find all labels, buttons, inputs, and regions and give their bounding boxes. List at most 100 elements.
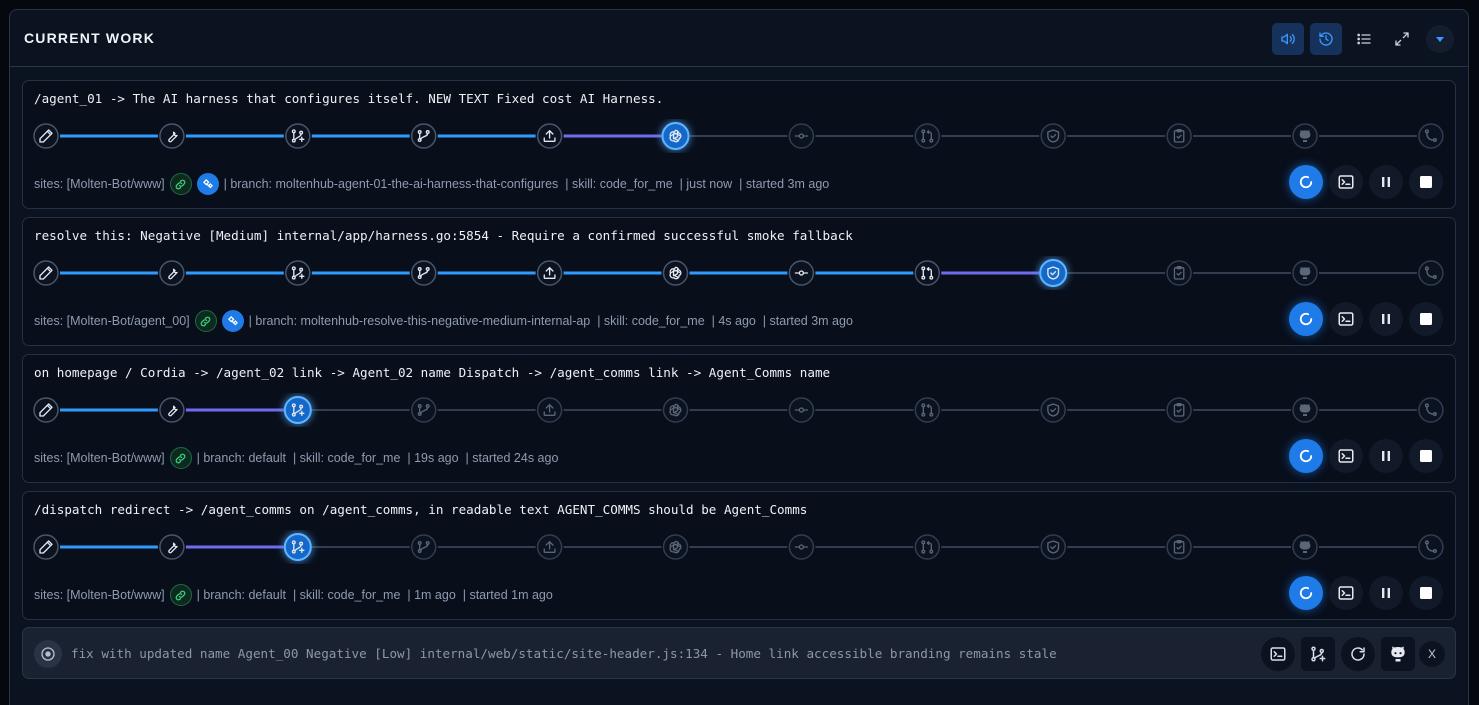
agent-badge-icon[interactable] <box>221 310 244 332</box>
terminal-icon <box>1337 447 1355 465</box>
git-branch-icon <box>410 397 437 423</box>
terminal-icon <box>1337 584 1355 602</box>
composer-input[interactable]: fix with updated name Agent_00 Negative … <box>71 646 1057 661</box>
wrench-icon <box>159 534 185 560</box>
expand-button[interactable] <box>1386 23 1418 55</box>
git-branch-icon <box>410 260 437 286</box>
task-pipeline <box>33 396 1444 424</box>
panel-title: CURRENT WORK <box>24 30 156 46</box>
link-icon[interactable] <box>169 173 192 195</box>
merge-icon <box>1418 260 1444 286</box>
composer-github-button[interactable] <box>1381 637 1415 671</box>
pause-button[interactable] <box>1369 165 1403 199</box>
terminal-icon <box>1270 647 1286 661</box>
task-pipeline <box>33 122 1444 150</box>
git-branch-icon <box>410 123 437 149</box>
panel-header: CURRENT WORK <box>10 10 1468 67</box>
refresh-icon <box>1297 310 1315 328</box>
list-view-button[interactable] <box>1348 23 1380 55</box>
link-icon[interactable] <box>169 447 192 469</box>
open-terminal-button[interactable] <box>1329 576 1363 610</box>
restart-button[interactable] <box>1289 302 1323 336</box>
commit-icon <box>788 397 815 423</box>
branch-plus-icon <box>285 123 311 149</box>
refresh-icon <box>1297 584 1315 602</box>
task-meta: sites: [Molten-Bot/www] | branch: moltenh… <box>34 173 829 195</box>
link-icon[interactable] <box>194 310 217 332</box>
open-terminal-button[interactable] <box>1329 439 1363 473</box>
wrench-icon <box>159 260 185 286</box>
collapse-toggle-button[interactable] <box>1426 25 1454 53</box>
history-button[interactable] <box>1310 23 1342 55</box>
openai-icon <box>662 260 689 286</box>
task-details: | branch: default | skill: code_for_me |… <box>196 588 553 602</box>
pencil-icon <box>33 260 59 286</box>
open-terminal-button[interactable] <box>1329 302 1363 336</box>
pause-icon <box>1379 449 1393 463</box>
restart-button[interactable] <box>1289 165 1323 199</box>
list-icon <box>1357 33 1371 45</box>
shield-check-icon <box>1040 123 1066 149</box>
restart-button[interactable] <box>1289 439 1323 473</box>
openai-icon <box>662 534 689 560</box>
speaker-icon <box>1281 33 1295 45</box>
task-sites: sites: [Molten-Bot/agent_00] <box>34 314 190 328</box>
pause-button[interactable] <box>1369 439 1403 473</box>
task-card[interactable]: /agent_01 -> The AI harness that configu… <box>22 80 1456 209</box>
refresh-icon <box>1297 447 1315 465</box>
branch-plus-icon <box>285 260 311 286</box>
pause-button[interactable] <box>1369 302 1403 336</box>
task-card[interactable]: /dispatch redirect -> /agent_comms on /a… <box>22 491 1456 620</box>
commit-icon <box>788 260 815 286</box>
composer-close-button[interactable]: X <box>1419 641 1445 667</box>
composer-terminal-button[interactable] <box>1261 637 1295 671</box>
pull-request-icon <box>914 123 941 149</box>
github-icon <box>1292 260 1318 286</box>
task-pipeline <box>33 533 1444 561</box>
task-details: | branch: moltenhub-resolve-this-negativ… <box>248 314 853 328</box>
pause-button[interactable] <box>1369 576 1403 610</box>
open-terminal-button[interactable] <box>1329 165 1363 199</box>
stop-icon <box>1420 176 1432 188</box>
github-icon <box>1292 534 1318 560</box>
stop-button[interactable] <box>1409 576 1443 610</box>
refresh-icon <box>1297 173 1315 191</box>
pause-icon <box>1379 175 1393 189</box>
merge-icon <box>1418 534 1444 560</box>
link-icon[interactable] <box>169 584 192 606</box>
task-card[interactable]: resolve this: Negative [Medium] internal… <box>22 217 1456 346</box>
task-actions <box>1289 576 1443 610</box>
github-icon <box>1292 123 1318 149</box>
task-meta: sites: [Molten-Bot/agent_00] | branch: mo… <box>34 310 853 332</box>
task-card[interactable]: on homepage / Cordia -> /agent_02 link -… <box>22 354 1456 483</box>
task-title: resolve this: Negative [Medium] internal… <box>34 228 853 243</box>
pause-icon <box>1379 312 1393 326</box>
pause-icon <box>1379 586 1393 600</box>
composer-refresh-button[interactable] <box>1341 637 1375 671</box>
task-meta: sites: [Molten-Bot/www] | branch: default… <box>34 447 558 469</box>
stop-button[interactable] <box>1409 165 1443 199</box>
task-title: /dispatch redirect -> /agent_comms on /a… <box>34 502 808 517</box>
stop-button[interactable] <box>1409 302 1443 336</box>
task-pipeline <box>33 259 1444 287</box>
shield-check-icon <box>1040 534 1066 560</box>
task-composer[interactable]: fix with updated name Agent_00 Negative … <box>22 627 1456 679</box>
commit-icon <box>788 123 815 149</box>
branch-plus-icon <box>283 396 312 424</box>
target-icon <box>34 640 62 668</box>
stop-button[interactable] <box>1409 439 1443 473</box>
pencil-icon <box>33 123 59 149</box>
restart-button[interactable] <box>1289 576 1323 610</box>
sound-toggle-button[interactable] <box>1272 23 1304 55</box>
composer-branch-button[interactable] <box>1301 637 1335 671</box>
clipboard-check-icon <box>1166 397 1192 423</box>
branch-plus-icon <box>1311 646 1326 662</box>
task-sites: sites: [Molten-Bot/www] <box>34 451 165 465</box>
upload-icon <box>536 397 563 423</box>
task-title: on homepage / Cordia -> /agent_02 link -… <box>34 365 831 380</box>
task-actions <box>1289 439 1443 473</box>
expand-icon <box>1395 32 1409 46</box>
agent-badge-icon[interactable] <box>196 173 219 195</box>
terminal-icon <box>1337 173 1355 191</box>
shield-check-icon <box>1039 259 1068 287</box>
